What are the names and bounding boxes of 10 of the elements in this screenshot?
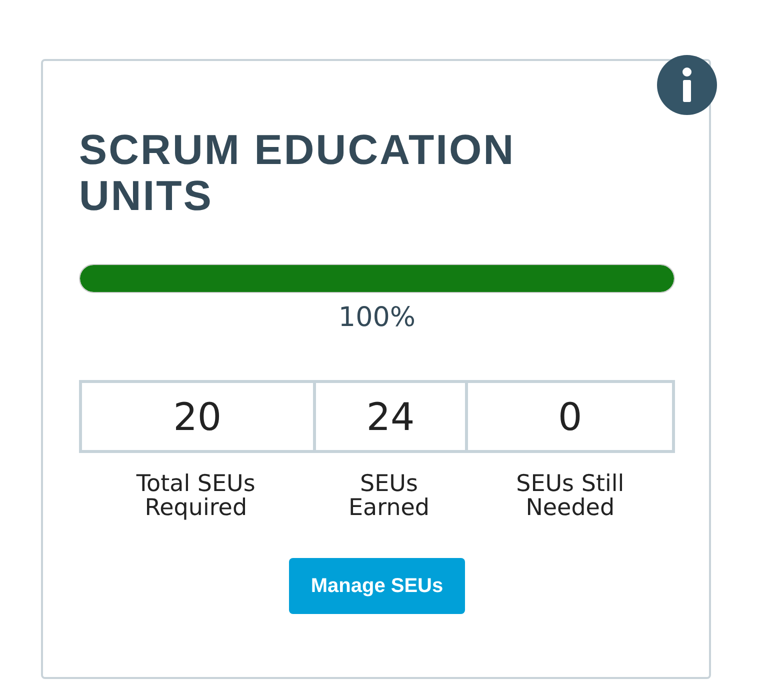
- stat-label: Total SEUs Required: [135, 472, 256, 520]
- stat-value-cell: 24: [312, 380, 466, 453]
- stat-label: SEUs Still Needed: [515, 472, 626, 520]
- manage-button[interactable]: Manage SEUs: [289, 558, 465, 614]
- card-title: SCRUM EDUCATION UNITS: [79, 127, 516, 219]
- progress-reading: 100%: [337, 302, 417, 334]
- stat-value-cell: 20: [79, 380, 313, 453]
- info-icon[interactable]: [657, 55, 717, 115]
- stat-label: SEUs Earned: [348, 472, 431, 520]
- stat-value-cell: 0: [465, 380, 675, 453]
